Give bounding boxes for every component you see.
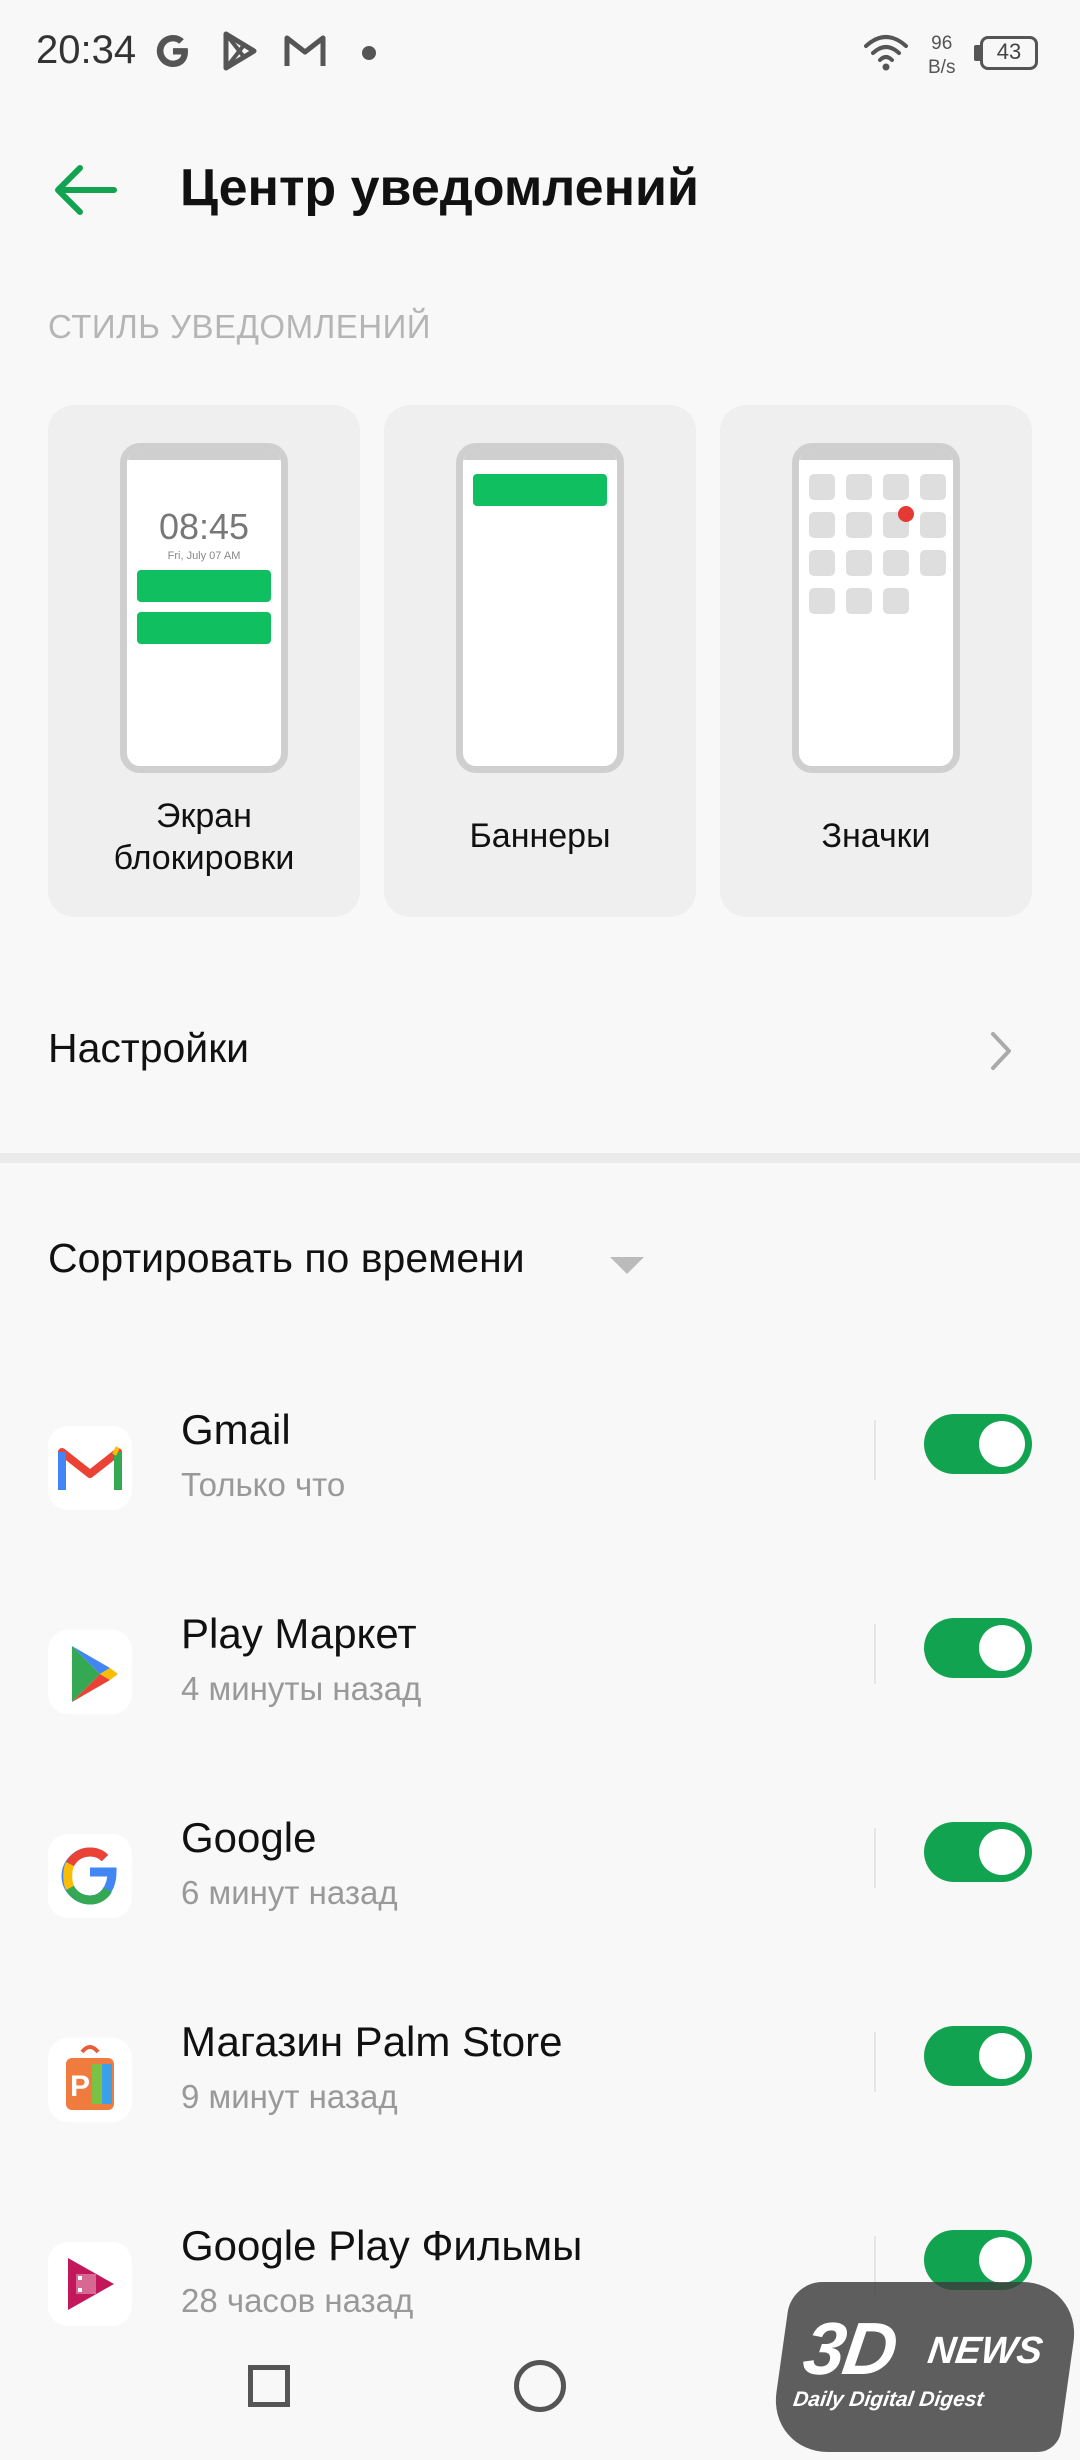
play-store-icon bbox=[48, 1630, 132, 1714]
palm-store-icon: P bbox=[48, 2038, 132, 2122]
status-bar: 20:34 96 B/s 43 bbox=[0, 0, 1080, 110]
row-separator bbox=[874, 1624, 876, 1684]
preview-date: Fri, July 07 AM bbox=[167, 550, 241, 562]
app-row-palm-store[interactable]: P Магазин Palm Store 9 минут назад bbox=[0, 2012, 1080, 2182]
style-card-banners[interactable]: Баннеры bbox=[384, 405, 696, 917]
settings-label: Настройки bbox=[48, 1025, 250, 1071]
badge-dot-icon bbox=[898, 506, 914, 522]
style-card-label: Значки bbox=[821, 817, 931, 855]
app-name: Google bbox=[181, 1814, 317, 1861]
3dnews-watermark-logo: 3D NEWS Daily Digital Digest bbox=[768, 2282, 1080, 2452]
style-card-label-line: Экран bbox=[156, 797, 252, 835]
app-name: Магазин Palm Store bbox=[181, 2018, 563, 2065]
section-divider bbox=[0, 1153, 1080, 1163]
app-row-google[interactable]: Google 6 минут назад bbox=[0, 1808, 1080, 1978]
row-separator bbox=[874, 1420, 876, 1480]
network-speed-value: 96 bbox=[931, 33, 953, 54]
style-card-badges[interactable]: Значки bbox=[720, 405, 1032, 917]
preview-time: 08:45 bbox=[158, 506, 250, 547]
app-toggle[interactable] bbox=[924, 2230, 1032, 2290]
sort-dropdown[interactable]: Сортировать по времени bbox=[0, 1215, 700, 1305]
row-separator bbox=[874, 2032, 876, 2092]
page-title: Центр уведомлений bbox=[180, 159, 699, 217]
app-time: 9 минут назад bbox=[181, 2078, 398, 2115]
chevron-right-icon bbox=[991, 1032, 1011, 1070]
section-caption-notification-style: СТИЛЬ УВЕДОМЛЕНИЙ bbox=[48, 308, 432, 345]
app-row-gmail[interactable]: Gmail Только что bbox=[0, 1400, 1080, 1570]
sort-label: Сортировать по времени bbox=[48, 1235, 525, 1281]
app-toggle[interactable] bbox=[924, 1618, 1032, 1678]
svg-text:P: P bbox=[70, 2070, 90, 2103]
style-card-label: Баннеры bbox=[469, 817, 611, 855]
preview-banner-bar bbox=[473, 474, 607, 506]
row-separator bbox=[874, 1828, 876, 1888]
status-time: 20:34 bbox=[36, 28, 137, 72]
wifi-icon bbox=[864, 35, 908, 71]
style-card-label-line: блокировки bbox=[113, 839, 295, 877]
app-name: Gmail bbox=[181, 1406, 291, 1453]
watermark-news: NEWS bbox=[925, 2330, 1046, 2372]
lock-screen-preview: 08:45 Fri, July 07 AM bbox=[120, 443, 288, 773]
app-toggle[interactable] bbox=[924, 1414, 1032, 1474]
banners-preview bbox=[456, 443, 624, 773]
preview-notification-bar bbox=[137, 612, 271, 644]
gmail-icon bbox=[48, 1426, 132, 1510]
style-card-lock-screen[interactable]: 08:45 Fri, July 07 AM Экран блокировки bbox=[48, 405, 360, 917]
app-toggle[interactable] bbox=[924, 1822, 1032, 1882]
notification-dot-icon bbox=[362, 46, 376, 60]
app-row-play-market[interactable]: Play Маркет 4 минуты назад bbox=[0, 1604, 1080, 1774]
battery-level: 43 bbox=[996, 39, 1022, 64]
network-speed: 96 B/s bbox=[928, 32, 955, 80]
preview-notification-bar bbox=[137, 570, 271, 602]
caret-down-icon bbox=[610, 1257, 644, 1274]
app-time: 6 минут назад bbox=[181, 1874, 398, 1911]
watermark-sub: Daily Digital Digest bbox=[791, 2388, 986, 2411]
app-time: Только что bbox=[181, 1466, 346, 1503]
style-card-label: Экран блокировки bbox=[48, 795, 360, 879]
google-g-icon bbox=[48, 1834, 132, 1918]
network-speed-unit: B/s bbox=[928, 57, 956, 78]
arrow-left-icon[interactable] bbox=[50, 160, 120, 220]
home-button[interactable] bbox=[514, 2360, 566, 2412]
play-movies-icon bbox=[48, 2242, 132, 2326]
app-name: Google Play Фильмы bbox=[181, 2222, 583, 2269]
badges-preview bbox=[792, 443, 960, 773]
recents-button[interactable] bbox=[248, 2365, 290, 2407]
app-time: 4 минуты назад bbox=[181, 1670, 422, 1707]
settings-row[interactable]: Настройки bbox=[0, 985, 1080, 1115]
app-name: Play Маркет bbox=[181, 1610, 417, 1657]
gmail-icon bbox=[284, 35, 326, 66]
google-g-icon bbox=[156, 35, 188, 67]
play-store-icon bbox=[223, 31, 257, 71]
watermark-main: 3D bbox=[798, 2307, 902, 2390]
app-time: 28 часов назад bbox=[181, 2282, 414, 2319]
app-toggle[interactable] bbox=[924, 2026, 1032, 2086]
